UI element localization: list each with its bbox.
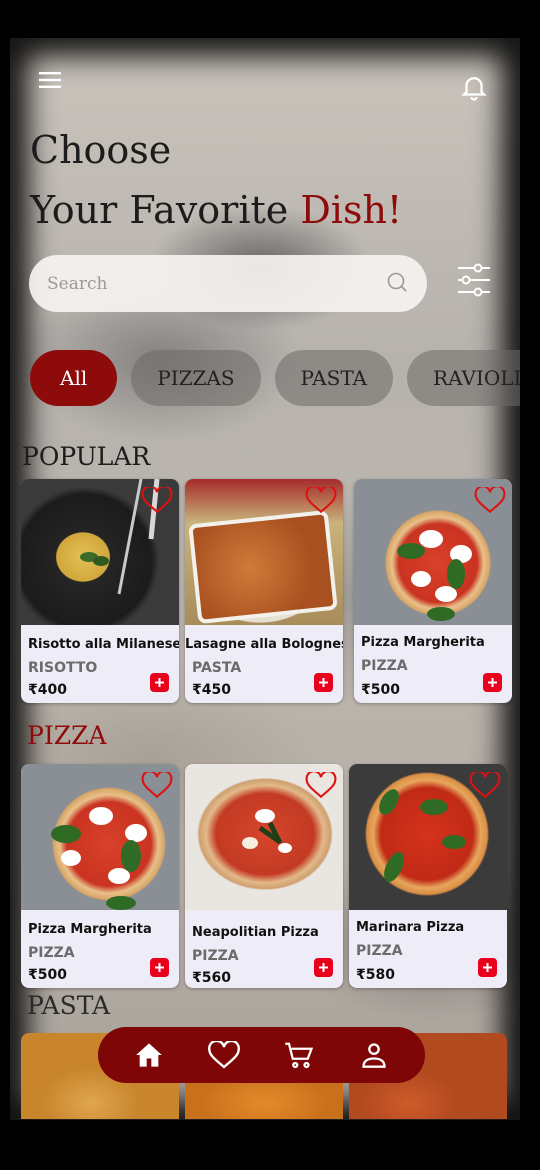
add-to-cart-button[interactable] [314,958,333,977]
heart-icon[interactable] [305,770,337,802]
section-title-popular: POPULAR [22,442,151,471]
food-card[interactable]: Risotto alla Milanese RISOTTO ₹400 [21,479,179,703]
food-image-neapolitan [185,764,343,910]
add-to-cart-button[interactable] [150,673,169,692]
food-image-risotto [21,479,179,625]
food-image-marinara [349,764,507,910]
chip-pasta[interactable]: PASTA [274,350,394,406]
food-category: PIZZA [361,658,408,674]
food-category: PASTA [192,660,242,676]
food-image-lasagne [185,479,343,625]
chip-ravioli[interactable]: RAVIOLI [407,350,520,406]
food-name: Pizza Margherita [361,635,485,650]
title-accent: Dish! [300,188,403,232]
search-input[interactable] [47,273,385,294]
hamburger-menu-icon[interactable] [36,68,64,92]
food-name: Lasagne alla Bolognese [185,637,343,652]
page-title-line1: Choose [30,128,172,172]
bottom-nav [98,1027,425,1083]
profile-icon[interactable] [354,1035,394,1075]
food-price: ₹450 [192,682,231,698]
sliders-filter-icon[interactable] [453,260,495,300]
section-title-pizza: PIZZA [27,721,107,750]
app-screen: Choose Your Favorite Dish! All PIZZAS PA… [10,38,520,1120]
food-card[interactable]: Lasagne alla Bolognese PASTA ₹450 [185,479,343,703]
category-chips: All PIZZAS PASTA RAVIOLI [30,350,520,406]
food-name: Risotto alla Milanese [28,637,179,652]
food-card[interactable]: Neapolitian Pizza PIZZA ₹560 [185,764,343,988]
add-to-cart-button[interactable] [478,958,497,977]
heart-icon[interactable] [469,770,501,802]
food-price: ₹560 [192,970,231,986]
page-title-line2: Your Favorite Dish! [30,188,402,232]
food-card[interactable]: Pizza Margherita PIZZA ₹500 [354,479,512,703]
title-prefix: Your Favorite [30,188,301,232]
food-card[interactable]: Pizza Margherita PIZZA ₹500 [21,764,179,988]
search-bar [29,255,427,312]
food-card[interactable]: Marinara Pizza PIZZA ₹580 [349,764,507,988]
food-category: PIZZA [28,945,75,961]
bell-icon[interactable] [457,70,491,104]
food-name: Pizza Margherita [28,922,152,937]
cart-icon[interactable] [279,1035,319,1075]
food-category: PIZZA [192,948,239,964]
heart-icon[interactable] [305,485,337,517]
search-icon[interactable] [385,270,409,298]
heart-icon[interactable] [141,770,173,802]
food-image-margherita [21,764,179,910]
add-to-cart-button[interactable] [150,958,169,977]
add-to-cart-button[interactable] [483,673,502,692]
home-icon[interactable] [129,1035,169,1075]
heart-icon[interactable] [141,485,173,517]
food-category: PIZZA [356,943,403,959]
heart-icon[interactable] [204,1035,244,1075]
chip-all[interactable]: All [30,350,118,406]
food-name: Neapolitian Pizza [192,925,319,940]
section-title-pasta: PASTA [27,991,111,1020]
food-price: ₹400 [28,682,67,698]
food-price: ₹500 [361,682,400,698]
heart-icon[interactable] [474,485,506,517]
food-price: ₹580 [356,967,395,983]
food-image-margherita [354,479,512,625]
food-price: ₹500 [28,967,67,983]
chip-pizzas[interactable]: PIZZAS [131,350,261,406]
add-to-cart-button[interactable] [314,673,333,692]
food-category: RISOTTO [28,660,98,676]
food-name: Marinara Pizza [356,920,465,935]
